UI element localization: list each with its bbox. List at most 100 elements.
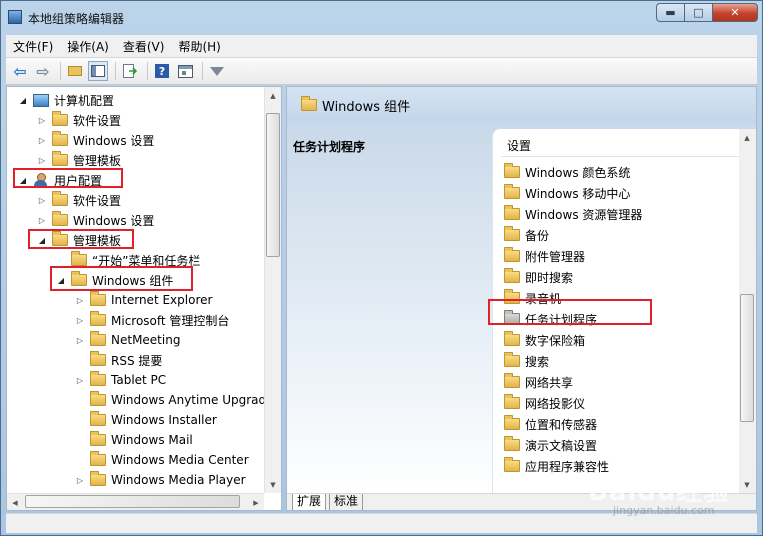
folder-icon [52, 131, 68, 146]
list-item[interactable]: 录音机 [504, 288, 561, 308]
tree-item-anytime-upgrade[interactable]: Windows Anytime Upgrade [74, 390, 274, 410]
tree-scroll-thumb[interactable] [266, 113, 280, 257]
expand-icon[interactable]: ▷ [36, 136, 48, 145]
tree-item-windows-mail[interactable]: Windows Mail [74, 430, 193, 450]
expand-icon[interactable]: ▷ [36, 196, 48, 205]
toolbar: ⇦ ⇨ ? [6, 58, 757, 85]
export-list-button[interactable] [120, 61, 140, 81]
tree-item-start-menu[interactable]: “开始”菜单和任务栏 [55, 250, 200, 270]
list-item[interactable]: Windows 颜色系统 [504, 162, 630, 182]
expand-icon[interactable]: ▷ [36, 156, 48, 165]
expand-icon[interactable]: ▷ [36, 116, 48, 125]
expand-icon[interactable]: ▷ [74, 316, 86, 325]
menu-view[interactable]: 查看(V) [116, 38, 172, 55]
list-item[interactable]: 演示文稿设置 [504, 435, 597, 455]
list-item[interactable]: 备份 [504, 225, 549, 245]
collapse-icon[interactable]: ◢ [17, 96, 29, 105]
list-item[interactable]: 网络投影仪 [504, 393, 585, 413]
menu-action[interactable]: 操作(A) [60, 38, 116, 55]
minimize-button[interactable]: ▬ [656, 3, 684, 22]
details-scroll-thumb[interactable] [740, 294, 754, 422]
description-title: 任务计划程序 [293, 140, 366, 154]
folder-icon [301, 96, 317, 111]
folder-icon [504, 247, 520, 262]
scroll-up-icon[interactable]: ▲ [265, 87, 281, 104]
scroll-left-icon[interactable]: ◀ [7, 494, 23, 510]
tree-item-mmc[interactable]: ▷ Microsoft 管理控制台 [74, 310, 229, 330]
folder-icon [504, 226, 520, 241]
tree-item-user-admin-templates[interactable]: ◢ 管理模板 [36, 230, 121, 250]
list-item[interactable]: Windows 资源管理器 [504, 204, 642, 224]
up-one-level-button[interactable] [65, 61, 85, 81]
list-item[interactable]: 数字保险箱 [504, 330, 585, 350]
details-vertical-scrollbar[interactable]: ▲ ▼ [739, 129, 756, 493]
folder-icon [90, 311, 106, 326]
forward-button[interactable]: ⇨ [33, 61, 53, 81]
minimize-icon: ▬ [665, 6, 676, 19]
tree-item-windows-components[interactable]: ◢ Windows 组件 [55, 270, 173, 290]
properties-button[interactable] [175, 61, 195, 81]
close-button[interactable]: ✕ [712, 3, 758, 22]
tree-item-media-center[interactable]: Windows Media Center [74, 450, 249, 470]
collapse-icon[interactable]: ◢ [17, 176, 29, 185]
tree-item-windows-installer[interactable]: Windows Installer [74, 410, 217, 430]
expand-icon[interactable]: ▷ [36, 216, 48, 225]
folder-icon [504, 268, 520, 283]
expand-icon[interactable]: ▷ [74, 376, 86, 385]
tree-item-user-software-settings[interactable]: ▷ 软件设置 [36, 190, 121, 210]
tree-hscroll-thumb[interactable] [25, 495, 240, 508]
list-item[interactable]: 搜索 [504, 351, 549, 371]
list-item[interactable]: 网络共享 [504, 372, 573, 392]
list-item[interactable]: 位置和传感器 [504, 414, 597, 434]
list-item-task-scheduler[interactable]: 任务计划程序 [504, 309, 597, 329]
list-item-label: 演示文稿设置 [525, 438, 598, 453]
expand-icon[interactable]: ▷ [74, 476, 86, 485]
scroll-up-icon[interactable]: ▲ [739, 129, 755, 146]
menu-help[interactable]: 帮助(H) [171, 38, 227, 55]
filter-button[interactable] [207, 61, 227, 81]
expand-icon[interactable]: ▷ [74, 296, 86, 305]
show-hide-tree-button[interactable] [88, 61, 108, 81]
folder-icon [504, 352, 520, 367]
tree-item-label: 用户配置 [54, 173, 103, 188]
tree-item-computer-config[interactable]: ◢ 计算机配置 [17, 90, 114, 110]
scroll-down-icon[interactable]: ▼ [739, 476, 755, 493]
tree-item-windows-settings[interactable]: ▷ Windows 设置 [36, 130, 154, 150]
collapse-icon[interactable]: ◢ [36, 236, 48, 245]
maximize-button[interactable]: □ [684, 3, 712, 22]
help-button[interactable]: ? [152, 61, 172, 81]
export-list-icon [123, 64, 137, 78]
menu-file[interactable]: 文件(F) [6, 38, 60, 55]
tree-item-user-config[interactable]: ◢ 用户配置 [17, 170, 102, 190]
folder-selected-icon [504, 310, 520, 325]
tree-vertical-scrollbar[interactable]: ▲ ▼ [264, 87, 281, 493]
tab-extended[interactable]: 扩展 [292, 494, 327, 510]
back-button[interactable]: ⇦ [10, 61, 30, 81]
list-item[interactable]: 即时搜索 [504, 267, 573, 287]
folder-icon [90, 291, 106, 306]
tree-item-netmeeting[interactable]: ▷ NetMeeting [74, 330, 180, 350]
tree-item-label: Internet Explorer [111, 293, 213, 307]
tree-horizontal-scrollbar[interactable]: ◀ ▶ [7, 493, 264, 510]
tree-item-media-player[interactable]: ▷ Windows Media Player [74, 470, 246, 490]
expand-icon[interactable]: ▷ [74, 336, 86, 345]
tree-item-rss[interactable]: RSS 提要 [74, 350, 162, 370]
tree-item-internet-explorer[interactable]: ▷ Internet Explorer [74, 290, 212, 310]
tree-item-admin-templates[interactable]: ▷ 管理模板 [36, 150, 121, 170]
settings-column-header[interactable]: 设置 [507, 137, 531, 154]
list-item[interactable]: 附件管理器 [504, 246, 585, 266]
tree-item-tablet-pc[interactable]: ▷ Tablet PC [74, 370, 166, 390]
title-bar[interactable]: 本地组策略编辑器 ▬ □ ✕ [1, 1, 762, 35]
tree-item-software-settings[interactable]: ▷ 软件设置 [36, 110, 121, 130]
toolbar-separator [60, 62, 61, 80]
list-item-label: Windows 移动中心 [525, 186, 631, 201]
scroll-right-icon[interactable]: ▶ [248, 494, 264, 510]
list-item-label: Windows 资源管理器 [525, 207, 643, 222]
tab-standard[interactable]: 标准 [329, 494, 364, 510]
scroll-down-icon[interactable]: ▼ [265, 476, 281, 493]
tree-item-label: Windows Media Center [111, 453, 249, 467]
tree-item-user-windows-settings[interactable]: ▷ Windows 设置 [36, 210, 154, 230]
tree-item-label: NetMeeting [111, 333, 181, 347]
collapse-icon[interactable]: ◢ [55, 276, 67, 285]
list-item[interactable]: Windows 移动中心 [504, 183, 630, 203]
